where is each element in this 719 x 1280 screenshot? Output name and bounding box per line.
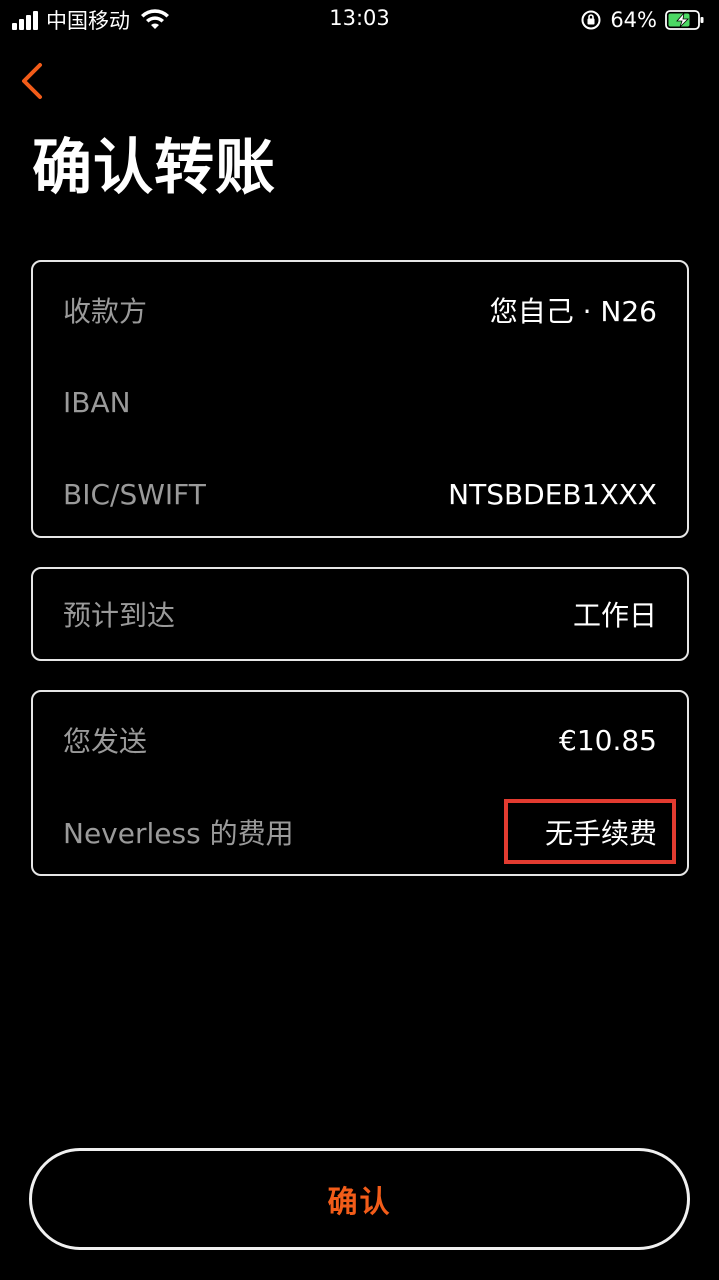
iban-row: IBAN xyxy=(33,372,687,432)
status-bar: 中国移动 13:03 64% xyxy=(0,0,719,40)
payee-row: 收款方 您自己 · N26 xyxy=(33,280,687,340)
send-label: 您发送 xyxy=(63,725,148,758)
iban-label: IBAN xyxy=(63,385,131,419)
battery-charging-icon xyxy=(665,10,704,30)
arrival-label: 预计到达 xyxy=(63,599,176,632)
page-title: 确认转账 xyxy=(32,133,276,203)
transfer-confirm-screen: 中国移动 13:03 64% 确认转账 收款方 您自己 · N26 IBAN B… xyxy=(0,0,719,1280)
bic-label: BIC/SWIFT xyxy=(63,477,206,511)
payee-value: 您自己 · N26 xyxy=(489,295,657,328)
amount-card: 您发送 €10.85 Neverless 的费用 无手续费 xyxy=(31,690,689,876)
battery-percent: 64% xyxy=(610,8,657,32)
fee-label: Neverless 的费用 xyxy=(63,817,294,850)
fee-highlight-box xyxy=(504,799,676,864)
bic-value: NTSBDEB1XXX xyxy=(448,477,657,511)
back-button[interactable] xyxy=(10,56,54,106)
bic-row: BIC/SWIFT NTSBDEB1XXX xyxy=(33,464,687,524)
chevron-left-icon xyxy=(22,63,42,99)
arrival-card: 预计到达 工作日 xyxy=(31,567,689,661)
payee-label: 收款方 xyxy=(63,295,148,328)
arrival-value: 工作日 xyxy=(572,599,657,632)
confirm-button[interactable]: 确认 xyxy=(29,1148,690,1250)
status-right: 64% xyxy=(580,6,705,34)
arrival-row: 预计到达 工作日 xyxy=(33,584,687,644)
recipient-card: 收款方 您自己 · N26 IBAN BIC/SWIFT NTSBDEB1XXX xyxy=(31,260,689,538)
send-amount-row: 您发送 €10.85 xyxy=(33,710,687,770)
orientation-lock-icon xyxy=(581,10,601,30)
send-value: €10.85 xyxy=(559,723,657,757)
